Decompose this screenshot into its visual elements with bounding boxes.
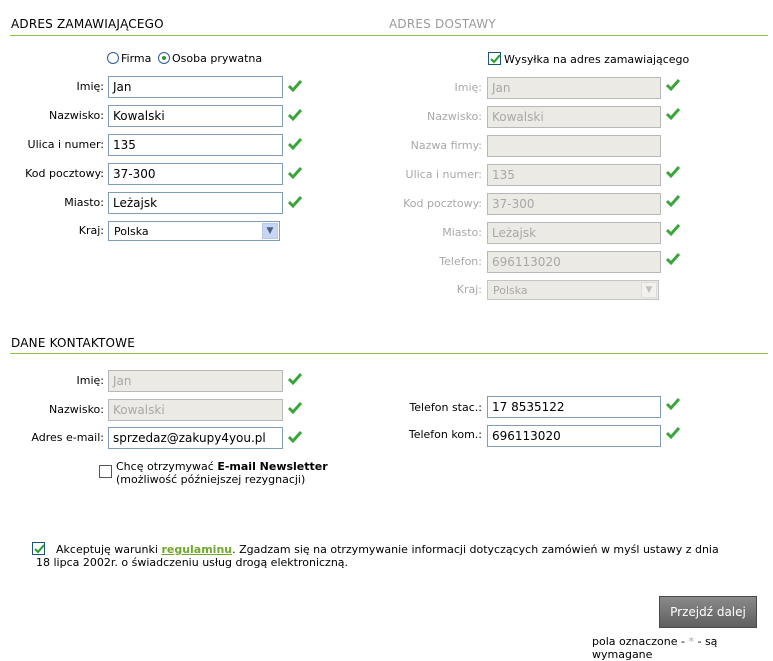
delivery-city-label: Miasto: xyxy=(442,226,482,239)
delivery-country-select[interactable]: Polska ▼ xyxy=(487,280,659,300)
valid-check-icon xyxy=(666,253,680,266)
required-note-prefix: pola oznaczone - xyxy=(592,635,689,648)
contact-email-input[interactable]: sprzedaz@zakupy4you.pl xyxy=(108,427,283,449)
required-note: pola oznaczone - * - są wymagane xyxy=(592,635,773,661)
contact-lastname-label: Nazwisko: xyxy=(49,403,104,416)
orderer-lastname-label: Nazwisko: xyxy=(49,109,104,122)
delivery-city-input[interactable]: Leżajsk xyxy=(487,222,661,244)
delivery-phone-input[interactable]: 696113020 xyxy=(487,251,661,273)
delivery-company-input[interactable] xyxy=(487,135,661,157)
valid-check-icon xyxy=(288,167,302,180)
same-address-checkbox[interactable] xyxy=(488,52,501,65)
valid-check-icon xyxy=(666,427,680,440)
orderer-country-select[interactable]: Polska ▼ xyxy=(108,221,280,241)
radio-company[interactable] xyxy=(107,52,119,64)
delivery-section-title: ADRES DOSTAWY xyxy=(389,17,496,31)
orderer-lastname-input[interactable]: Kowalski xyxy=(108,105,283,127)
delivery-country-label: Kraj: xyxy=(456,283,482,296)
newsletter-note: (możliwość późniejszej rezygnacji) xyxy=(116,473,306,486)
orderer-zip-input[interactable]: 37-300 xyxy=(108,163,283,185)
delivery-firstname-input[interactable]: Jan xyxy=(487,77,661,99)
contact-firstname-input[interactable]: Jan xyxy=(108,370,283,392)
delivery-lastname-label: Nazwisko: xyxy=(427,110,482,123)
valid-check-icon xyxy=(288,138,302,151)
radio-private[interactable] xyxy=(158,52,170,64)
delivery-firstname-label: Imię: xyxy=(454,81,483,94)
landline-input[interactable]: 17 8535122 xyxy=(487,396,661,418)
valid-check-icon xyxy=(288,109,302,122)
same-address-label: Wysyłka na adres zamawiającego xyxy=(504,53,690,66)
delivery-zip-input[interactable]: 37-300 xyxy=(487,193,661,215)
valid-check-icon xyxy=(666,108,680,121)
valid-check-icon xyxy=(288,431,302,444)
valid-check-icon xyxy=(288,196,302,209)
section-divider xyxy=(10,35,768,36)
radio-company-label: Firma xyxy=(121,52,152,65)
submit-button[interactable]: Przejdź dalej xyxy=(659,596,757,628)
valid-check-icon xyxy=(666,398,680,411)
mobile-input[interactable]: 696113020 xyxy=(487,425,661,447)
newsletter-prefix: Chcę otrzymywać xyxy=(116,460,218,473)
valid-check-icon xyxy=(288,373,302,386)
delivery-street-label: Ulica i numer: xyxy=(405,168,482,181)
delivery-zip-label: Kod pocztowy: xyxy=(403,197,482,210)
chevron-down-icon[interactable]: ▼ xyxy=(262,223,278,239)
delivery-phone-label: Telefon: xyxy=(439,255,482,268)
orderer-firstname-input[interactable]: Jan xyxy=(108,76,283,98)
terms-prefix: Akceptuję warunki xyxy=(56,543,162,556)
chevron-down-icon[interactable]: ▼ xyxy=(641,282,657,298)
section-divider xyxy=(10,353,768,354)
contact-section-title: DANE KONTAKTOWE xyxy=(11,336,136,350)
delivery-country-value: Polska xyxy=(493,284,528,297)
valid-check-icon xyxy=(666,166,680,179)
valid-check-icon xyxy=(666,79,680,92)
checkmark-icon xyxy=(490,54,501,64)
mobile-label: Telefon kom.: xyxy=(408,428,482,441)
terms-text: Akceptuję warunki regulaminu. Zgadzam si… xyxy=(36,543,726,569)
orderer-street-input[interactable]: 135 xyxy=(108,134,283,156)
orderer-section-title: ADRES ZAMAWIAJĄCEGO xyxy=(11,17,164,31)
contact-email-label: Adres e-mail: xyxy=(31,431,104,444)
orderer-firstname-label: Imię: xyxy=(76,80,105,93)
orderer-street-label: Ulica i numer: xyxy=(27,138,104,151)
orderer-city-label: Miasto: xyxy=(64,196,104,209)
newsletter-bold: E-mail Newsletter xyxy=(217,460,328,473)
terms-link[interactable]: regulaminu xyxy=(161,543,232,556)
radio-private-label: Osoba prywatna xyxy=(172,52,263,65)
orderer-zip-label: Kod pocztowy: xyxy=(25,167,104,180)
newsletter-checkbox[interactable] xyxy=(99,465,112,478)
newsletter-label: Chcę otrzymywać E-mail Newsletter (możli… xyxy=(116,460,328,486)
orderer-city-input[interactable]: Leżajsk xyxy=(108,192,283,214)
valid-check-icon xyxy=(288,80,302,93)
delivery-street-input[interactable]: 135 xyxy=(487,164,661,186)
orderer-country-value: Polska xyxy=(114,225,149,238)
contact-lastname-input[interactable]: Kowalski xyxy=(108,399,283,421)
valid-check-icon xyxy=(666,224,680,237)
contact-firstname-label: Imię: xyxy=(76,374,105,387)
delivery-lastname-input[interactable]: Kowalski xyxy=(487,106,661,128)
valid-check-icon xyxy=(288,402,302,415)
orderer-country-label: Kraj: xyxy=(78,224,104,237)
delivery-company-label: Nazwa firmy: xyxy=(410,139,482,152)
valid-check-icon xyxy=(666,195,680,208)
landline-label: Telefon stac.: xyxy=(409,401,482,414)
